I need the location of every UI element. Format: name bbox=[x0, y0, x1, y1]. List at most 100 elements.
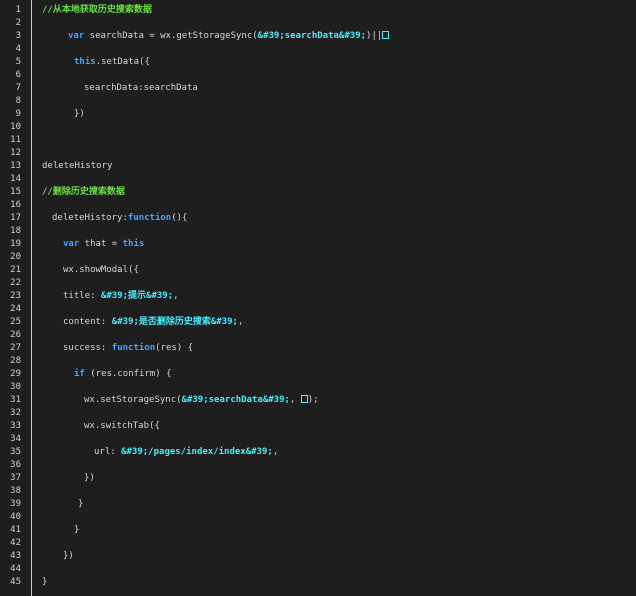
code-token-keyword: this bbox=[74, 57, 96, 67]
code-token-plain: deleteHistory: bbox=[52, 213, 128, 223]
line-number: 37 bbox=[10, 473, 21, 483]
line-number: 30 bbox=[10, 382, 21, 392]
line-number: 17 bbox=[10, 213, 21, 223]
line-number: 2 bbox=[15, 18, 21, 28]
code-line: }) bbox=[63, 550, 74, 563]
code-line: wx.showModal({ bbox=[63, 264, 139, 277]
code-token-plain: (res.confirm) { bbox=[84, 369, 172, 379]
code-line: }) bbox=[84, 472, 95, 485]
code-token-string: &#39;提示&#39; bbox=[100, 291, 174, 301]
line-number: 29 bbox=[10, 369, 21, 379]
code-token-keyword: function bbox=[127, 213, 172, 223]
code-token-plain: }) bbox=[63, 551, 74, 561]
line-number: 38 bbox=[10, 486, 21, 496]
code-line: } bbox=[74, 524, 79, 537]
code-token-plain: wx.switchTab({ bbox=[84, 421, 160, 431]
code-token-string: &#39;searchData&#39; bbox=[257, 31, 367, 41]
code-line: success: function(res) { bbox=[63, 342, 193, 355]
line-number: 15 bbox=[10, 187, 21, 197]
code-token-plain: .setData({ bbox=[95, 57, 150, 67]
code-token-plain: } bbox=[74, 525, 80, 535]
code-token-plain: (res) { bbox=[155, 343, 194, 353]
code-token-keyword: var bbox=[63, 239, 80, 249]
code-line: deleteHistory:function(){ bbox=[52, 212, 187, 225]
unrendered-glyph-box bbox=[300, 395, 308, 403]
code-token-plain: )|| bbox=[366, 31, 383, 41]
code-token-plain: wx.setStorageSync( bbox=[84, 395, 182, 405]
code-editor[interactable]: 1 2 3 4 5 6 7 8 9 10 11 12 13 14 15 16 17 18 19 20 21 22 23 24 2… bbox=[0, 0, 636, 596]
code-line: }) bbox=[74, 108, 85, 121]
code-token-keyword: var bbox=[68, 31, 85, 41]
line-number: 12 bbox=[10, 148, 21, 158]
code-token-plain: , bbox=[237, 317, 244, 327]
line-number: 36 bbox=[10, 460, 21, 470]
line-number: 39 bbox=[10, 499, 21, 509]
line-number: 14 bbox=[10, 174, 21, 184]
code-line: } bbox=[78, 498, 83, 511]
line-number: 32 bbox=[10, 408, 21, 418]
code-token-plain: } bbox=[42, 577, 48, 587]
code-token-plain: wx.showModal({ bbox=[63, 265, 139, 275]
code-line: title: &#39;提示&#39;, bbox=[63, 290, 179, 303]
unrendered-glyph-box bbox=[382, 31, 390, 39]
code-token-plain: searchData = wx.getStorageSync( bbox=[84, 31, 258, 41]
code-line: deleteHistory bbox=[42, 160, 112, 173]
code-token-plain: , bbox=[289, 395, 301, 405]
code-line: if (res.confirm) { bbox=[74, 368, 172, 381]
code-token-plain: }) bbox=[84, 473, 95, 483]
code-line: url: &#39;/pages/index/index&#39;, bbox=[94, 446, 278, 459]
code-token-keyword: function bbox=[111, 343, 156, 353]
line-number: 43 bbox=[10, 551, 21, 561]
code-token-plain: deleteHistory bbox=[42, 161, 113, 171]
code-token-plain: ); bbox=[307, 395, 319, 405]
code-token-string: &#39;searchData&#39; bbox=[181, 395, 290, 405]
line-number: 41 bbox=[10, 525, 21, 535]
code-token-plain: } bbox=[78, 499, 84, 509]
line-number: 9 bbox=[15, 109, 21, 119]
line-number: 40 bbox=[10, 512, 21, 522]
line-number: 7 bbox=[15, 83, 21, 93]
line-number: 25 bbox=[10, 317, 21, 327]
line-number: 35 bbox=[10, 447, 21, 457]
line-number: 34 bbox=[10, 434, 21, 444]
line-number: 6 bbox=[15, 70, 21, 80]
line-number: 1 bbox=[15, 5, 21, 15]
line-number: 4 bbox=[15, 44, 21, 54]
line-number: 31 bbox=[10, 395, 21, 405]
line-number: 20 bbox=[10, 252, 21, 262]
code-token-comment: //从本地获取历史搜索数据 bbox=[42, 5, 152, 15]
code-line: var that = this bbox=[63, 238, 144, 251]
code-token-plain: that = bbox=[79, 239, 123, 249]
code-token-plain: searchData:searchData bbox=[84, 83, 198, 93]
line-number: 24 bbox=[10, 304, 21, 314]
line-number: 42 bbox=[10, 538, 21, 548]
line-number: 8 bbox=[15, 96, 21, 106]
code-token-plain: title: bbox=[63, 291, 101, 301]
code-token-plain: (){ bbox=[171, 213, 188, 223]
code-token-plain: , bbox=[173, 291, 179, 301]
line-number: 3 bbox=[15, 31, 21, 41]
code-token-plain: , bbox=[272, 447, 279, 457]
code-token-plain: success: bbox=[63, 343, 112, 353]
code-line: this.setData({ bbox=[74, 56, 150, 69]
line-number-column: 1 2 3 4 5 6 7 8 9 10 11 12 13 14 15 16 17 18 19 20 21 22 23 24 2… bbox=[0, 0, 26, 596]
line-number: 28 bbox=[10, 356, 21, 366]
line-number: 11 bbox=[10, 135, 21, 145]
line-number: 44 bbox=[10, 564, 21, 574]
code-line: wx.setStorageSync(&#39;searchData&#39;, … bbox=[84, 394, 319, 407]
code-token-string: &#39;/pages/index/index&#39; bbox=[121, 447, 273, 457]
line-number: 10 bbox=[10, 122, 21, 132]
line-number: 5 bbox=[15, 57, 21, 67]
line-number: 26 bbox=[10, 330, 21, 340]
line-number: 22 bbox=[10, 278, 21, 288]
code-line: //删除历史搜索数据 bbox=[42, 186, 125, 199]
code-line: wx.switchTab({ bbox=[84, 420, 160, 433]
line-number: 16 bbox=[10, 200, 21, 210]
code-token-keyword: this bbox=[122, 239, 145, 249]
code-token-keyword: if bbox=[74, 369, 85, 379]
line-number: 33 bbox=[10, 421, 21, 431]
line-number: 27 bbox=[10, 343, 21, 353]
code-token-plain: url: bbox=[94, 447, 122, 457]
code-text-area[interactable]: //从本地获取历史搜索数据 var searchData = wx.getStor… bbox=[32, 0, 636, 596]
code-token-string: &#39;是否删除历史搜索&#39; bbox=[111, 317, 238, 327]
